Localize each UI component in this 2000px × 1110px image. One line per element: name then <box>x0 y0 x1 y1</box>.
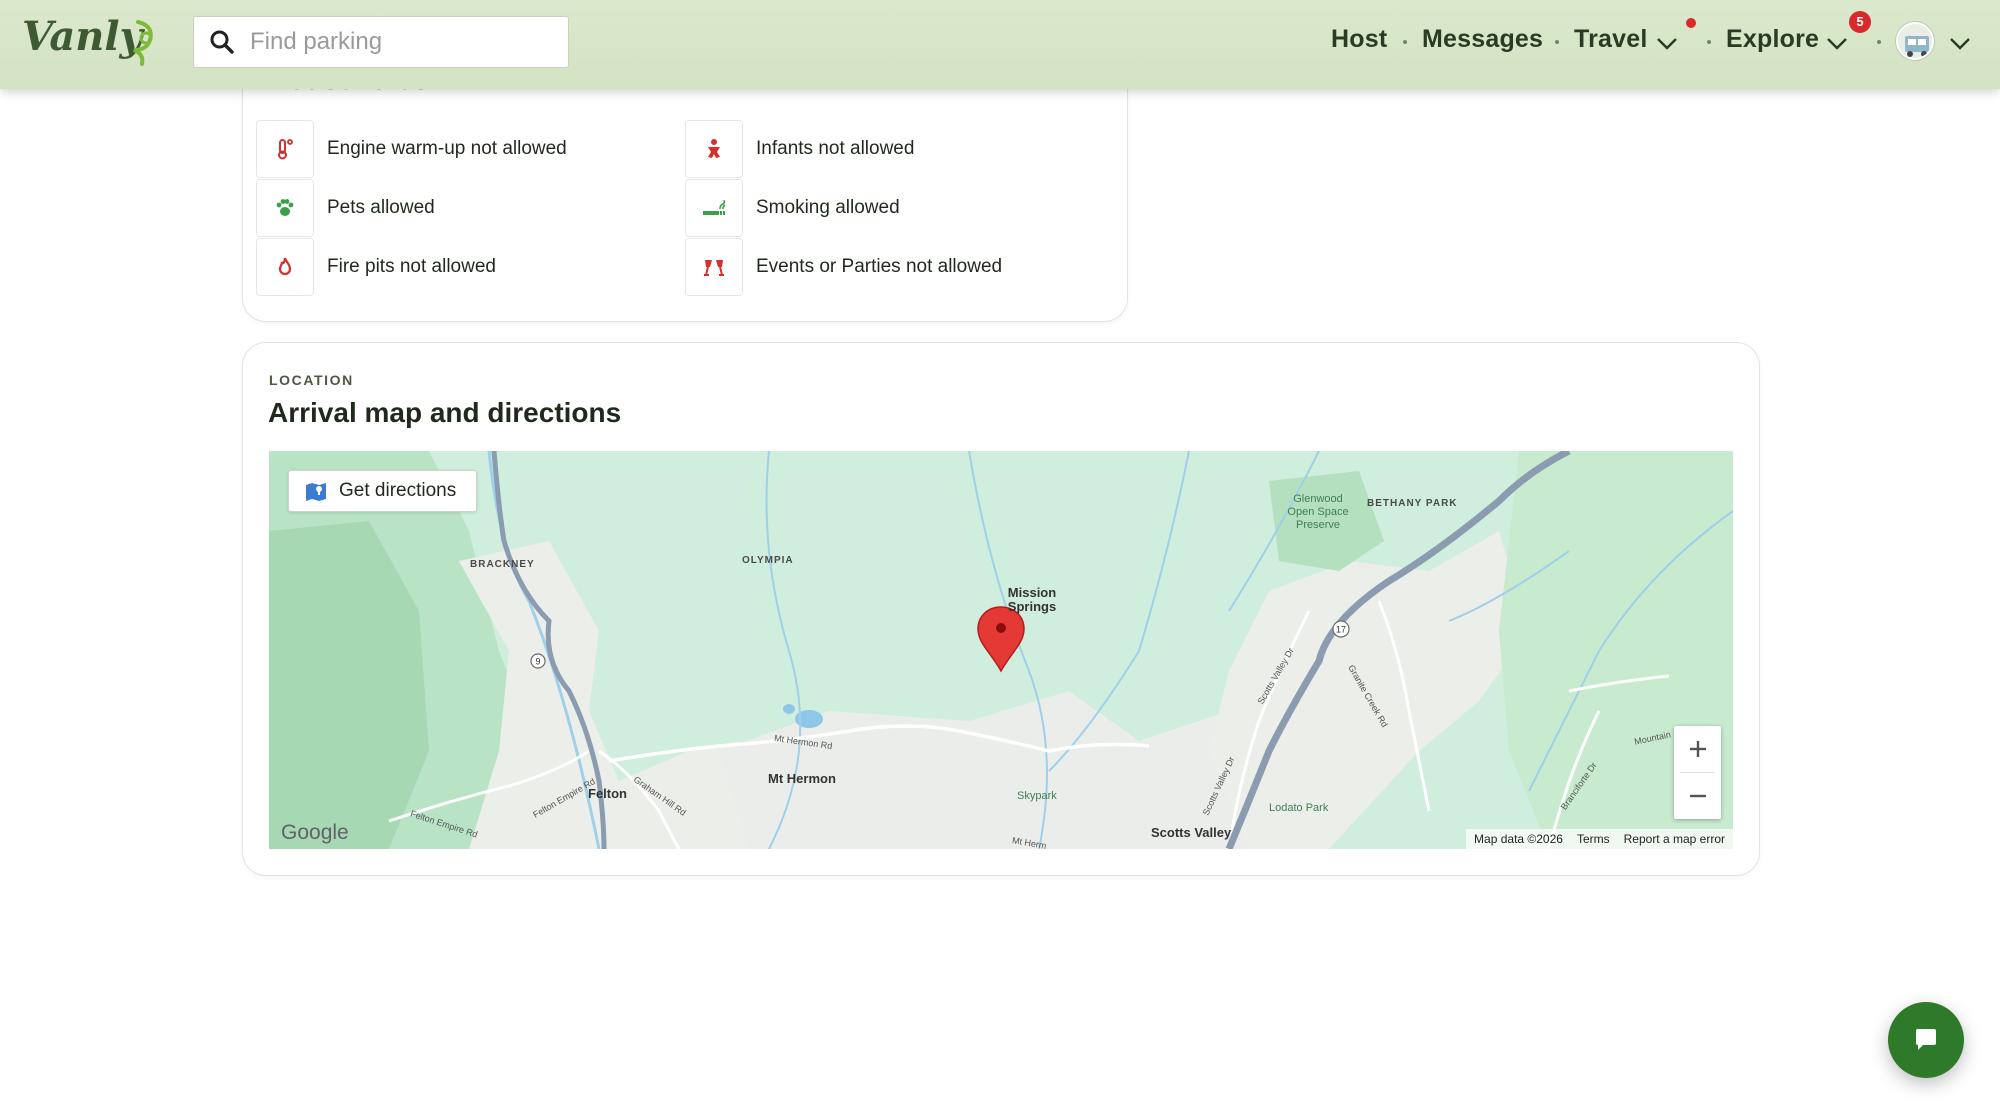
rule-events-parties: Events or Parties not allowed <box>685 238 1002 296</box>
rule-label: Events or Parties not allowed <box>756 256 1003 277</box>
hwy-9-shield-text: 9 <box>535 657 540 667</box>
hwy-17-shield-text: 17 <box>1336 625 1346 635</box>
nav-separator <box>1403 40 1407 44</box>
rule-label: Infants not allowed <box>756 138 915 159</box>
nav-separator <box>1555 40 1559 44</box>
arrival-map[interactable]: 9 17 BRACKNEY OLYMPIA Mission Springs BE… <box>269 451 1733 849</box>
party-icon <box>685 238 743 296</box>
location-pin-center <box>996 623 1006 633</box>
travel-chevron-down-icon[interactable] <box>1656 37 1678 51</box>
get-directions-button[interactable]: Get directions <box>288 470 477 512</box>
nav-messages[interactable]: Messages <box>1422 25 1543 54</box>
plus-icon <box>1689 741 1706 757</box>
google-logo[interactable]: Google <box>281 821 349 845</box>
nav-separator <box>1707 40 1711 44</box>
search-bar[interactable] <box>193 16 569 68</box>
nav-travel[interactable]: Travel <box>1574 25 1647 54</box>
get-directions-label: Get directions <box>339 480 457 501</box>
rule-label: Pets allowed <box>327 197 435 218</box>
map-terms-link[interactable]: Terms <box>1577 832 1610 846</box>
explore-chevron-down-icon[interactable] <box>1826 37 1848 51</box>
travel-notification-dot <box>1686 18 1696 28</box>
map-tiles[interactable]: 9 17 <box>269 451 1733 849</box>
location-eyebrow: LOCATION <box>269 372 354 388</box>
paw-icon <box>256 179 314 237</box>
rule-fire-pits: Fire pits not allowed <box>256 238 496 296</box>
nav-separator <box>1877 40 1881 44</box>
rule-smoking: Smoking allowed <box>685 179 900 237</box>
rule-pets: Pets allowed <box>256 179 435 237</box>
zoom-out-button[interactable] <box>1674 773 1721 819</box>
nav-explore[interactable]: Explore <box>1726 25 1819 54</box>
user-avatar[interactable] <box>1896 22 1934 60</box>
chat-button[interactable] <box>1888 1002 1964 1078</box>
map-zoom-controls <box>1674 726 1721 819</box>
account-chevron-down-icon[interactable] <box>1949 37 1971 51</box>
nav-host[interactable]: Host <box>1331 25 1387 54</box>
search-icon <box>194 16 250 68</box>
rule-label: Engine warm-up not allowed <box>327 138 567 159</box>
explore-notification-badge: 5 <box>1849 11 1871 33</box>
minus-icon <box>1689 794 1706 798</box>
zoom-in-button[interactable] <box>1674 726 1721 772</box>
svg-text:Vanly: Vanly <box>22 13 146 60</box>
location-title: Arrival map and directions <box>268 397 622 428</box>
search-input[interactable] <box>250 28 550 56</box>
top-nav-bar: Vanly Host Messages Travel Explore 5 <box>0 0 2000 89</box>
avatar-image <box>1898 24 1932 58</box>
baby-icon <box>685 120 743 178</box>
vanly-logo[interactable]: Vanly <box>20 10 166 72</box>
rule-infants: Infants not allowed <box>685 120 914 178</box>
fire-icon <box>256 238 314 296</box>
rule-label: Fire pits not allowed <box>327 256 496 277</box>
thermometer-icon <box>256 120 314 178</box>
vanly-logo-mark: Vanly <box>22 13 153 66</box>
map-directions-icon <box>306 483 326 501</box>
map-footer: Map data ©2026 Terms Report a map error <box>1466 829 1733 849</box>
report-map-error-link[interactable]: Report a map error <box>1624 832 1725 846</box>
chat-bubble-icon <box>1916 1029 1936 1050</box>
smoking-icon <box>685 179 743 237</box>
rule-label: Smoking allowed <box>756 197 900 218</box>
rule-engine-warmup: Engine warm-up not allowed <box>256 120 567 178</box>
map-data-attribution: Map data ©2026 <box>1474 832 1563 846</box>
